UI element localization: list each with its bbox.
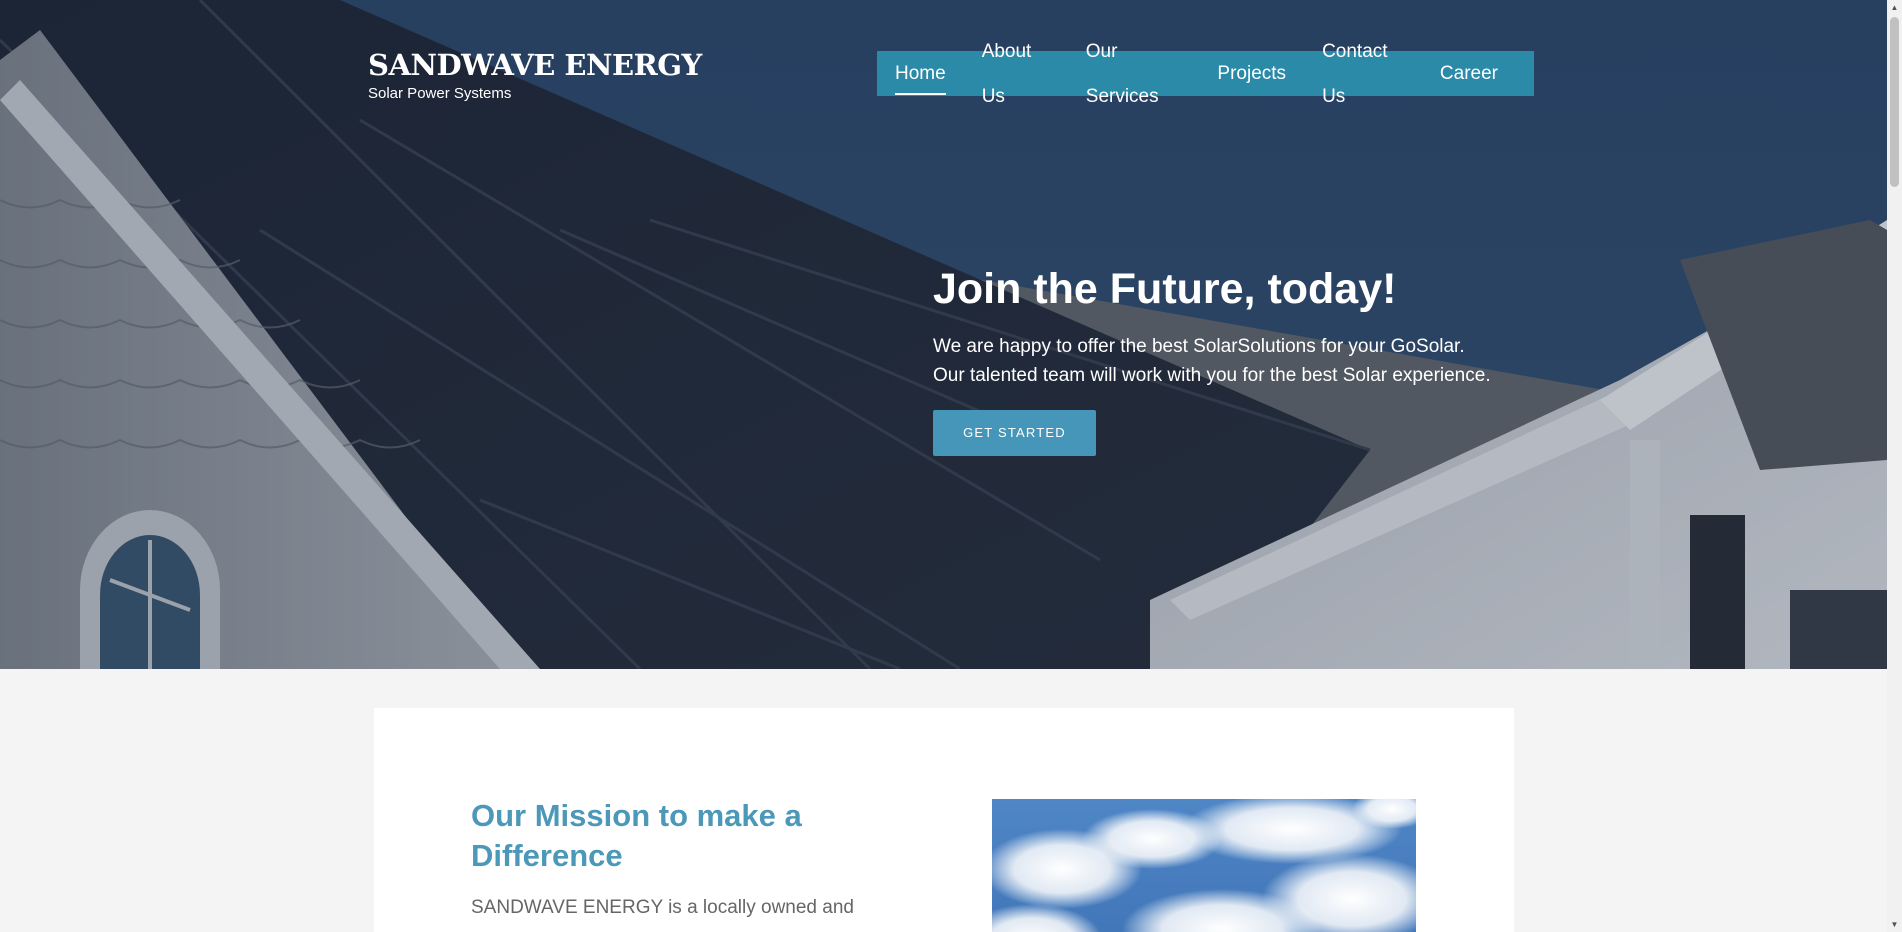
nav-item-our-services[interactable]: Our Services xyxy=(1086,29,1182,119)
hero-heading: Join the Future, today! xyxy=(933,265,1397,313)
page-scrollbar[interactable]: ▲ ▼ xyxy=(1887,0,1902,932)
page: SANDWAVE ENERGY Solar Power Systems Home… xyxy=(0,0,1902,932)
scroll-up-arrow-icon[interactable]: ▲ xyxy=(1887,0,1902,15)
hero-section: SANDWAVE ENERGY Solar Power Systems Home… xyxy=(0,0,1887,669)
nav-item-contact-us[interactable]: Contact Us xyxy=(1322,29,1404,119)
get-started-button[interactable]: GET STARTED xyxy=(933,410,1096,456)
site-title[interactable]: SANDWAVE ENERGY xyxy=(368,46,702,84)
mission-section: Our Mission to make a Difference SANDWAV… xyxy=(374,708,1514,932)
mission-text: SANDWAVE ENERGY is a locally owned and xyxy=(471,897,854,918)
mission-sky-image xyxy=(992,799,1416,932)
hero-subtext: We are happy to offer the best SolarSolu… xyxy=(933,336,1491,386)
hero-content: Join the Future, today! We are happy to … xyxy=(933,262,1493,456)
mission-heading: Our Mission to make a Difference xyxy=(471,798,802,873)
nav-item-projects[interactable]: Projects xyxy=(1217,51,1286,96)
sky-clouds-image xyxy=(992,799,1416,932)
site-branding: SANDWAVE ENERGY Solar Power Systems xyxy=(368,46,702,102)
scrollbar-thumb[interactable] xyxy=(1890,17,1899,187)
nav-item-home[interactable]: Home xyxy=(895,51,946,96)
scroll-down-arrow-icon[interactable]: ▼ xyxy=(1887,917,1902,932)
nav-item-career[interactable]: Career xyxy=(1440,51,1498,96)
site-tagline: Solar Power Systems xyxy=(368,85,512,102)
main-navigation: Home About Us Our Services Projects Cont… xyxy=(877,41,1534,107)
nav-item-about-us[interactable]: About Us xyxy=(982,29,1050,119)
